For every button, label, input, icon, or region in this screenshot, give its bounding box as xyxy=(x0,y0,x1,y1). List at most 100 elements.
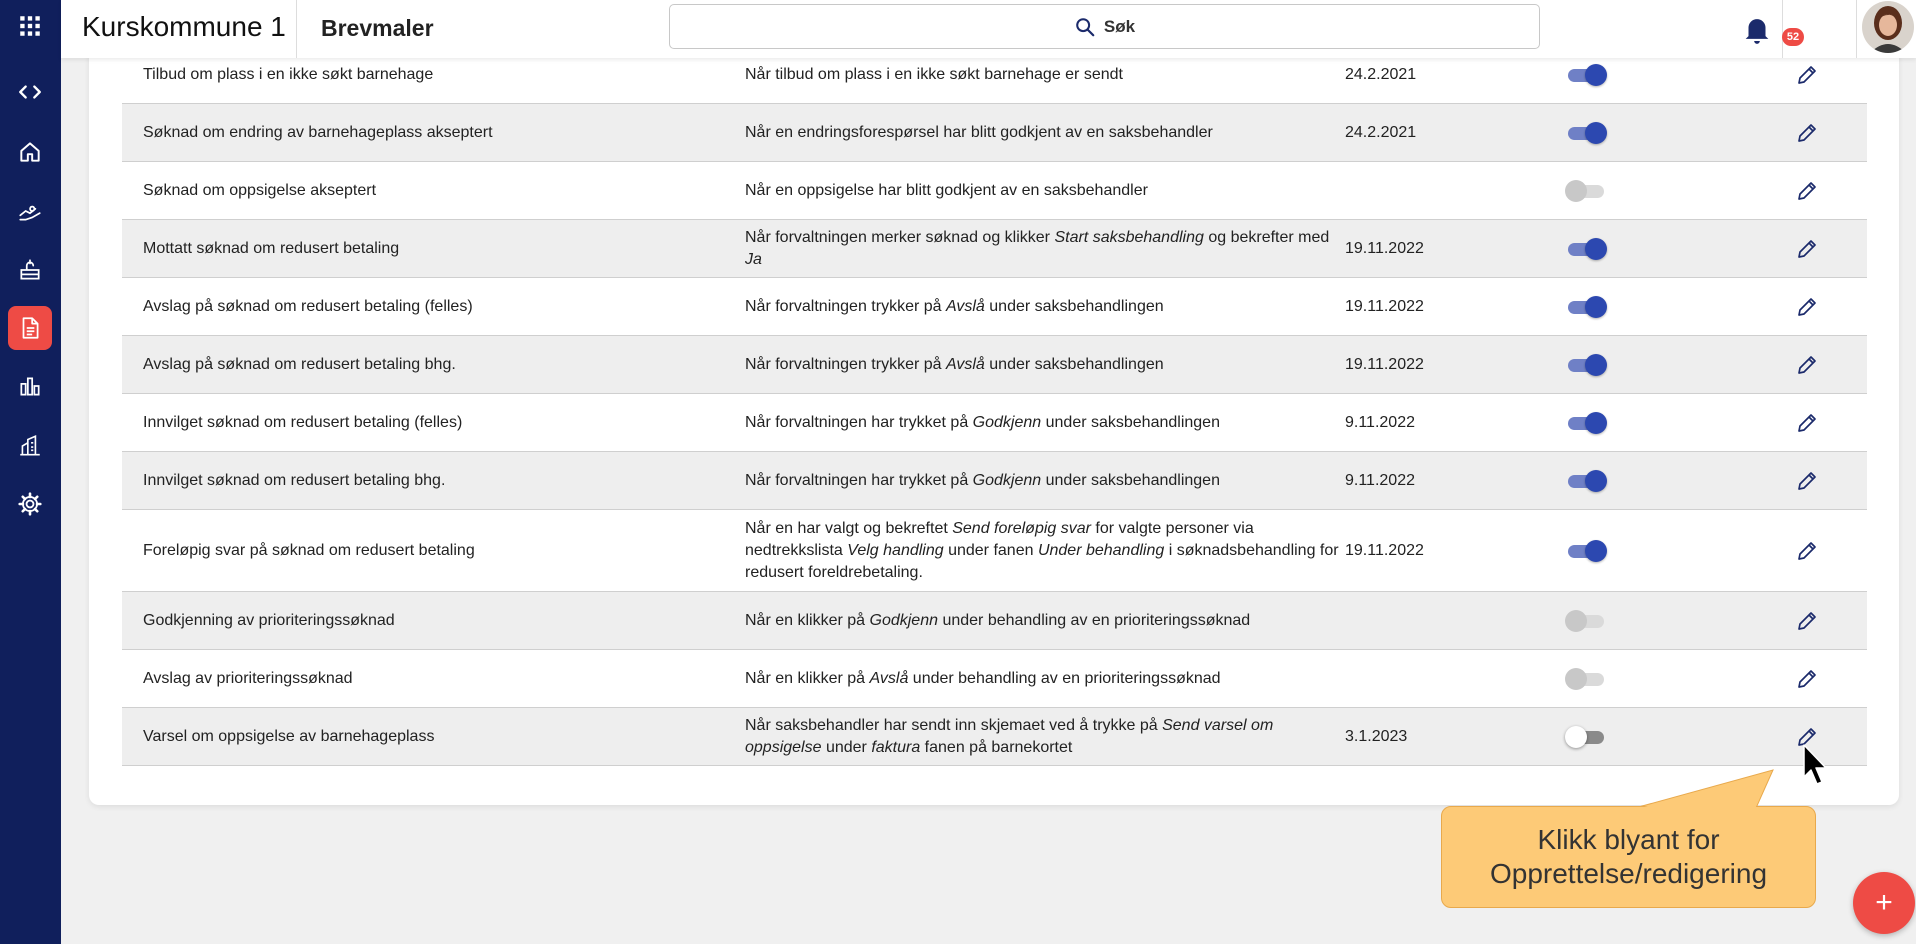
description-text: Når forvaltningen merker søknad og klikk… xyxy=(745,228,1055,246)
sidebar xyxy=(0,0,61,944)
kindergarten-icon[interactable] xyxy=(8,248,52,292)
active-toggle[interactable] xyxy=(1565,411,1607,434)
template-name: Varsel om oppsigelse av barnehageplass xyxy=(143,727,435,745)
template-name: Avslag på søknad om redusert betaling bh… xyxy=(143,355,456,373)
template-date: 19.11.2022 xyxy=(1345,297,1424,315)
template-date: 9.11.2022 xyxy=(1345,413,1415,431)
pencil-icon xyxy=(1798,239,1816,258)
pencil-icon xyxy=(1798,471,1816,490)
active-toggle[interactable] xyxy=(1565,295,1607,318)
bell-icon[interactable] xyxy=(1740,12,1774,46)
home-icon[interactable] xyxy=(8,130,52,174)
description-text: under saksbehandlingen xyxy=(984,297,1164,315)
edit-button[interactable] xyxy=(1787,592,1827,649)
edit-button[interactable] xyxy=(1787,162,1827,219)
description-text: under saksbehandlingen xyxy=(1041,471,1220,489)
hands-icon[interactable] xyxy=(8,189,52,233)
template-name: Innvilget søknad om redusert betaling (f… xyxy=(143,413,463,431)
buildings-icon[interactable] xyxy=(8,424,52,468)
template-description: Når forvaltningen trykker på Avslå under… xyxy=(745,336,1345,393)
pencil-icon xyxy=(1798,413,1816,432)
edit-button[interactable] xyxy=(1787,510,1827,591)
table-row: Foreløpig svar på søknad om redusert bet… xyxy=(122,510,1867,592)
description-emphasis: Under behandling xyxy=(1037,541,1165,559)
active-toggle[interactable] xyxy=(1565,353,1607,376)
edit-button[interactable] xyxy=(1787,278,1827,335)
description-text: fanen på barnekortet xyxy=(920,738,1073,756)
template-date: 9.11.2022 xyxy=(1345,471,1415,489)
search-input[interactable]: Søk xyxy=(669,4,1540,49)
template-date: 19.11.2022 xyxy=(1345,355,1424,373)
search-icon xyxy=(1076,17,1095,36)
description-emphasis: Ja xyxy=(745,250,762,268)
active-toggle[interactable] xyxy=(1565,667,1607,690)
description-emphasis: Godkjenn xyxy=(972,471,1042,489)
mouse-cursor-icon xyxy=(1803,744,1827,785)
template-description: Når en har valgt og bekreftet Send forel… xyxy=(745,510,1345,591)
description-emphasis: Avslå xyxy=(869,669,909,687)
header-divider xyxy=(1782,0,1783,58)
table-row: Avslag på søknad om redusert betaling bh… xyxy=(122,336,1867,394)
description-text: under behandling av en prioriteringssøkn… xyxy=(938,611,1251,629)
table-row: Søknad om endring av barnehageplass akse… xyxy=(122,104,1867,162)
template-date: 3.1.2023 xyxy=(1345,727,1408,745)
active-toggle[interactable] xyxy=(1565,725,1607,748)
template-name: Mottatt søknad om redusert betaling xyxy=(143,239,400,257)
active-toggle[interactable] xyxy=(1565,179,1607,202)
hint-callout: Klikk blyant for Opprettelse/redigering xyxy=(1441,806,1816,908)
avatar[interactable] xyxy=(1862,1,1914,53)
description-text: Når forvaltningen trykker på xyxy=(745,297,946,315)
edit-button[interactable] xyxy=(1787,336,1827,393)
document-icon[interactable] xyxy=(8,306,52,350)
apps-grid-icon[interactable] xyxy=(8,4,52,48)
table-row: Varsel om oppsigelse av barnehageplass Nå… xyxy=(122,708,1867,766)
header-divider xyxy=(1856,0,1857,58)
description-text: Når saksbehandler har sendt inn skjemaet… xyxy=(745,716,1163,734)
active-toggle[interactable] xyxy=(1565,469,1607,492)
table-row: Mottatt søknad om redusert betaling Når f… xyxy=(122,220,1867,278)
code-expand-icon[interactable] xyxy=(8,70,52,114)
description-text: Når tilbud om plass i en ikke søkt barne… xyxy=(745,65,1123,83)
edit-button[interactable] xyxy=(1787,452,1827,509)
description-emphasis: Avslå xyxy=(945,297,985,315)
callout-line-2: Opprettelse/redigering xyxy=(1489,858,1768,889)
description-emphasis: faktura xyxy=(871,738,921,756)
active-toggle[interactable] xyxy=(1565,121,1607,144)
description-text: under xyxy=(821,738,872,756)
template-name: Avslag på søknad om redusert betaling (f… xyxy=(143,297,473,315)
edit-button[interactable] xyxy=(1787,220,1827,277)
description-emphasis: Godkjenn xyxy=(869,611,939,629)
description-text: Når forvaltningen har trykket på xyxy=(745,413,973,431)
pencil-icon xyxy=(1798,123,1816,142)
template-name: Søknad om endring av barnehageplass akse… xyxy=(143,123,493,141)
bar-chart-icon[interactable] xyxy=(8,364,52,408)
template-name: Avslag av prioriteringssøknad xyxy=(143,669,353,687)
template-name: Godkjenning av prioriteringssøknad xyxy=(143,611,395,629)
header-divider xyxy=(296,0,297,58)
template-date xyxy=(1345,650,1475,707)
template-name: Foreløpig svar på søknad om redusert bet… xyxy=(143,541,475,559)
edit-button[interactable] xyxy=(1787,104,1827,161)
add-template-button[interactable]: + xyxy=(1853,872,1915,934)
pencil-icon xyxy=(1798,355,1816,374)
plus-icon: + xyxy=(1875,886,1893,919)
pencil-icon xyxy=(1798,669,1816,688)
template-description: Når forvaltningen trykker på Avslå under… xyxy=(745,278,1345,335)
template-description: Når en klikker på Godkjenn under behandl… xyxy=(745,592,1345,649)
template-date: 24.2.2021 xyxy=(1345,123,1417,141)
app-title: Kurskommune 1 xyxy=(82,11,286,42)
top-bar: Kurskommune 1 Brevmaler Søk 52 xyxy=(61,0,1916,58)
table-row: Søknad om oppsigelse akseptert Når en opp… xyxy=(122,162,1867,220)
active-toggle[interactable] xyxy=(1565,539,1607,562)
description-text: Når en endringsforespørsel har blitt god… xyxy=(745,123,1213,141)
description-emphasis: Velg handling xyxy=(847,541,944,559)
active-toggle[interactable] xyxy=(1565,237,1607,260)
template-date: 19.11.2022 xyxy=(1345,239,1424,257)
pencil-icon xyxy=(1798,297,1816,316)
active-toggle[interactable] xyxy=(1565,63,1607,86)
edit-button[interactable] xyxy=(1787,650,1827,707)
edit-button[interactable] xyxy=(1787,394,1827,451)
template-date: 19.11.2022 xyxy=(1345,541,1424,559)
settings-icon[interactable] xyxy=(8,482,52,526)
active-toggle[interactable] xyxy=(1565,609,1607,632)
